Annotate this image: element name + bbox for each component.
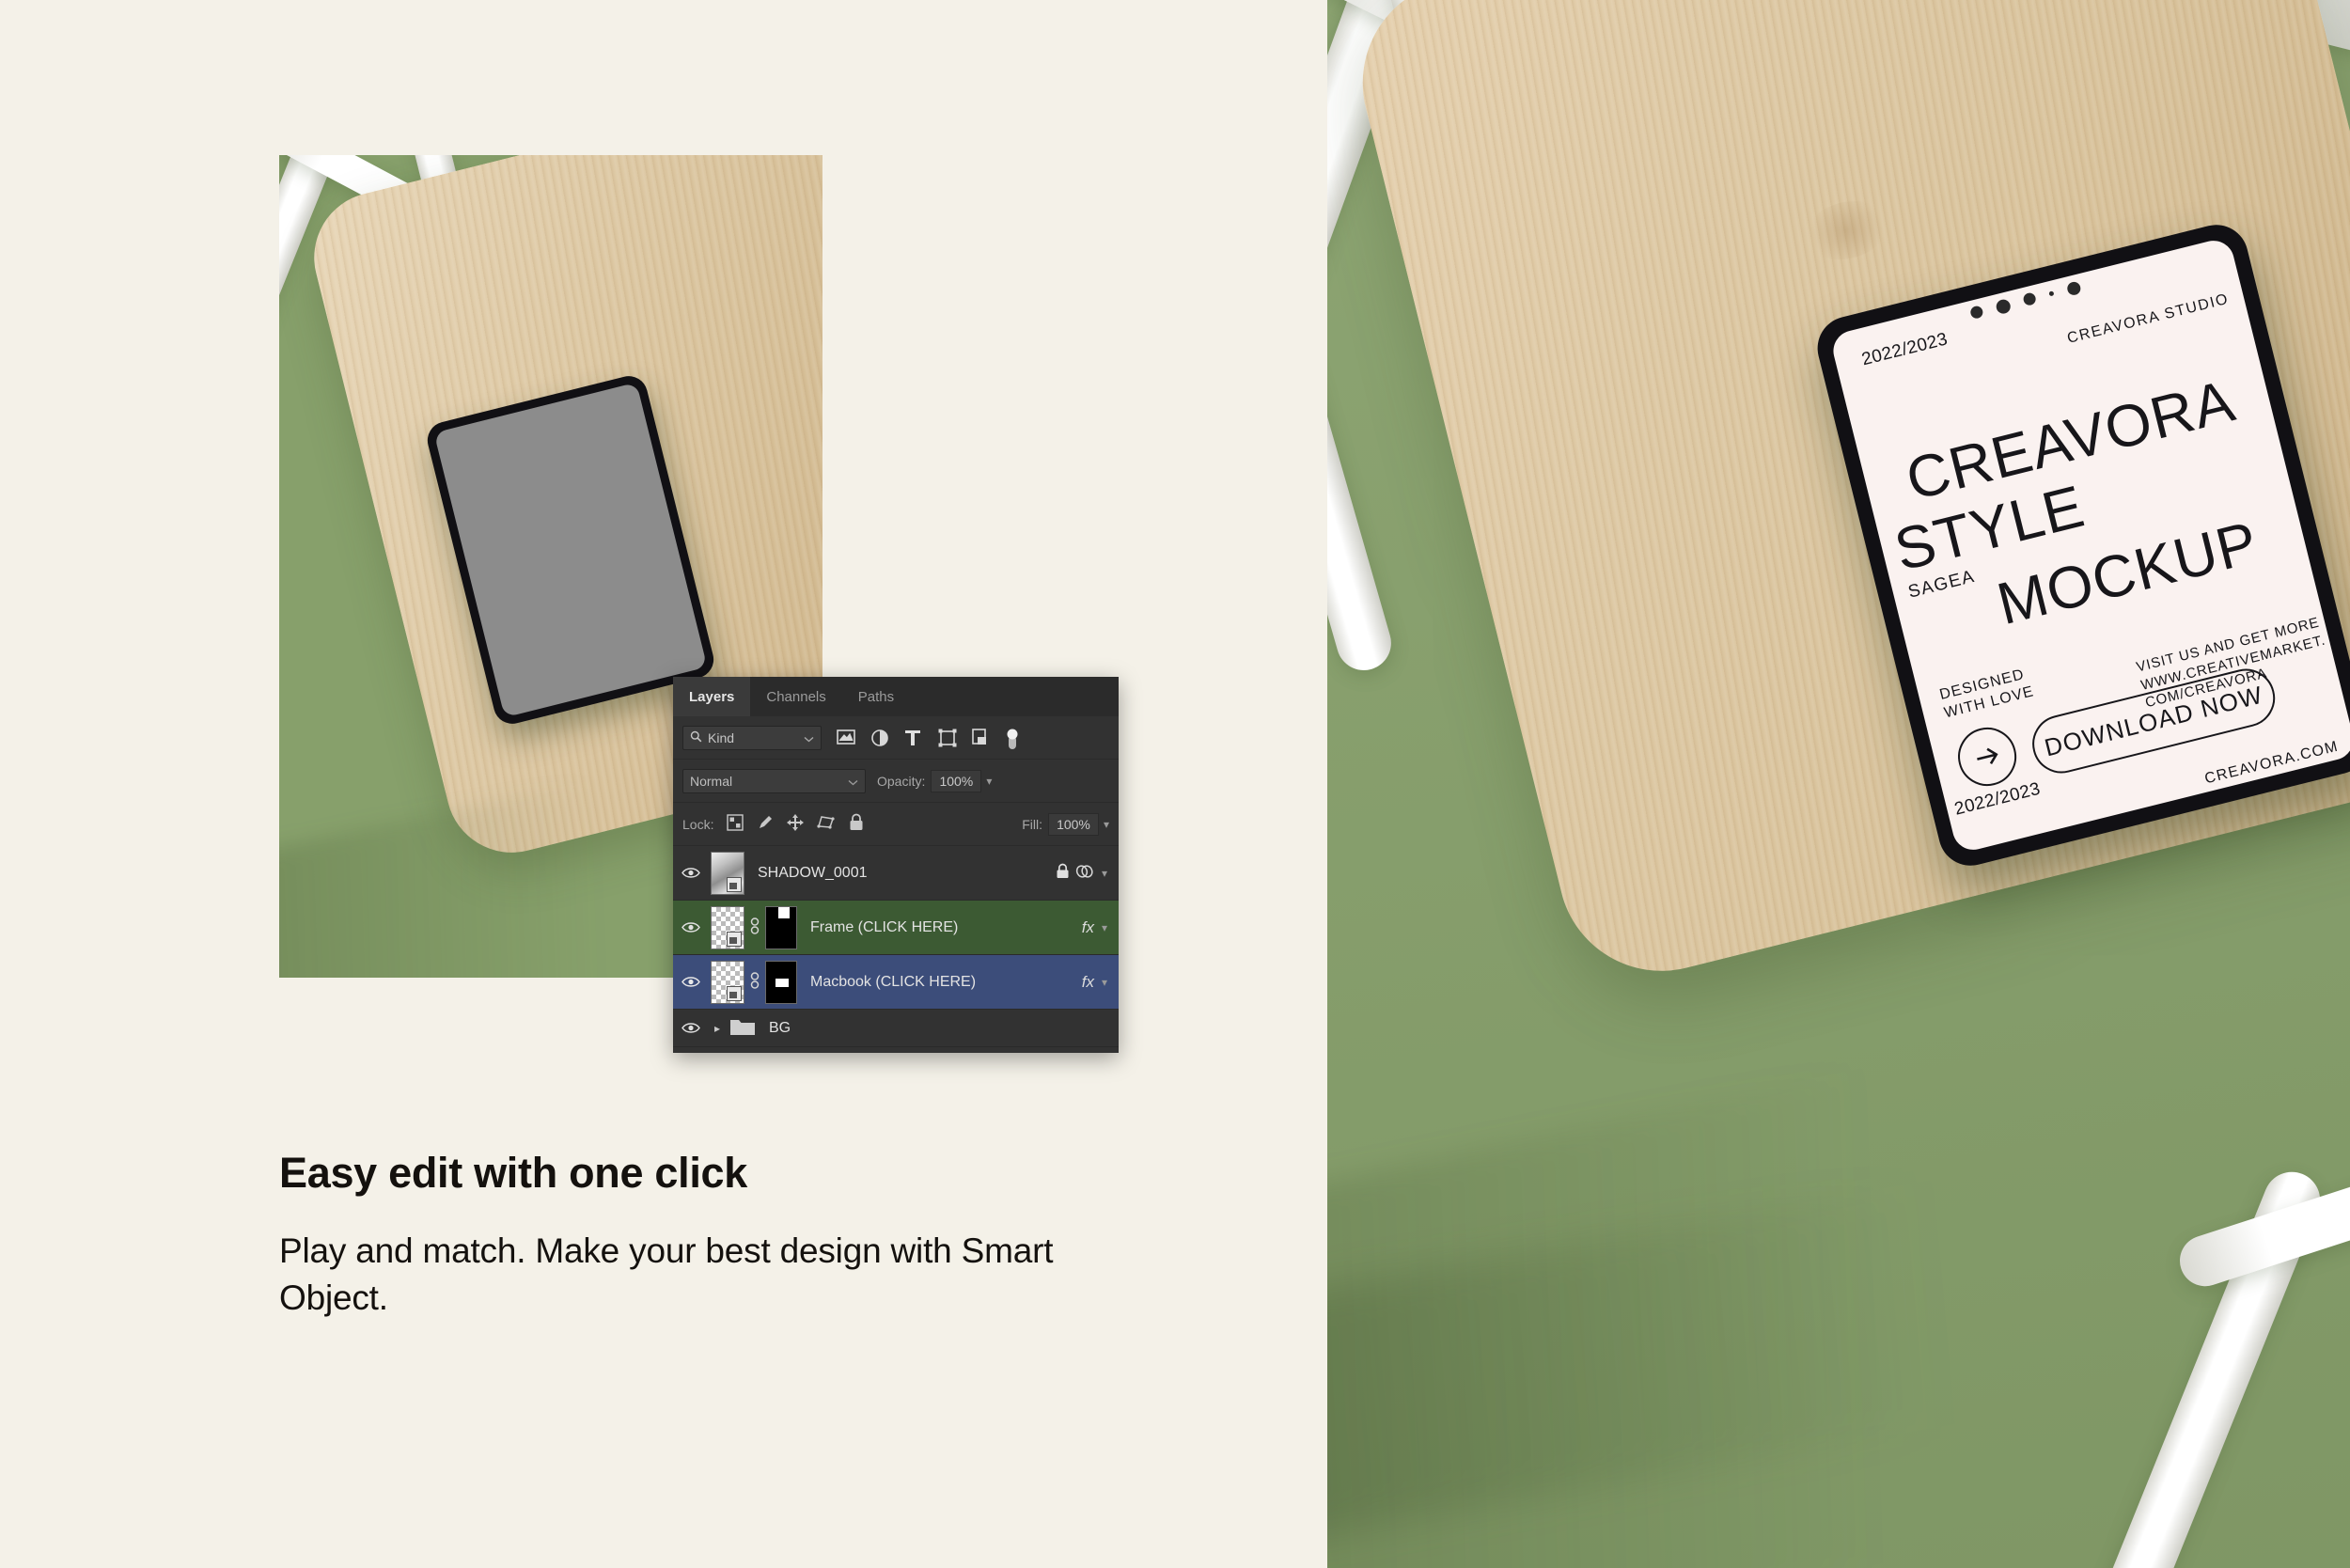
tab-channels[interactable]: Channels bbox=[750, 677, 842, 716]
layer-name[interactable]: Frame (CLICK HERE) bbox=[797, 919, 1082, 936]
page-title: Easy edit with one click bbox=[279, 1149, 747, 1197]
download-now-label: DOWNLOAD NOW bbox=[2041, 680, 2266, 761]
eye-icon[interactable] bbox=[673, 976, 709, 988]
fill-label: Fill: bbox=[1022, 816, 1042, 832]
layer-mask-thumbnail[interactable] bbox=[765, 960, 797, 1004]
lock-icon bbox=[1056, 863, 1075, 883]
kind-filter-dropdown[interactable]: Kind bbox=[682, 725, 822, 750]
list-item[interactable]: ▸ BG bbox=[673, 1010, 1119, 1047]
eye-icon[interactable] bbox=[673, 867, 709, 879]
poster-designed-with-love: DESIGNED WITH LOVE bbox=[1937, 666, 2036, 722]
search-icon bbox=[690, 730, 702, 745]
layer-name[interactable]: SHADOW_0001 bbox=[744, 865, 1056, 882]
table-row[interactable]: Frame (CLICK HERE) fx ▾ bbox=[673, 901, 1119, 955]
filter-toggle-switch[interactable] bbox=[1006, 729, 1025, 749]
caption-block: Easy edit with one click Play and match.… bbox=[279, 1149, 1125, 1322]
camera-dot bbox=[2022, 291, 2038, 307]
camera-dot bbox=[1995, 298, 2013, 316]
adjustment-filter-icon[interactable] bbox=[870, 729, 889, 747]
hero-image-panel: 2022/2023 CREAVORA STUDIO CREAVORA STYLE… bbox=[1327, 0, 2350, 1568]
lock-label: Lock: bbox=[682, 816, 714, 832]
fill-chevron-down-icon[interactable]: ▾ bbox=[1104, 818, 1109, 831]
layer-thumbnail[interactable] bbox=[711, 851, 744, 895]
layer-group-name[interactable]: BG bbox=[756, 1020, 1119, 1037]
chevron-down-icon bbox=[848, 774, 858, 789]
layer-mask-thumbnail[interactable] bbox=[765, 905, 797, 949]
layer-thumbnail[interactable] bbox=[711, 960, 744, 1004]
lock-row: Lock: Fill: 100% ▾ bbox=[673, 803, 1119, 846]
caption-body: Play and match. Make your best design wi… bbox=[279, 1231, 1054, 1317]
opacity-label: Opacity: bbox=[877, 773, 926, 789]
lock-image-pixels-icon[interactable] bbox=[757, 814, 774, 835]
shape-filter-icon[interactable] bbox=[938, 729, 957, 747]
tab-bar-filler bbox=[910, 677, 1119, 716]
blend-mode-value: Normal bbox=[690, 773, 733, 789]
chevron-right-icon[interactable]: ▸ bbox=[709, 1022, 726, 1035]
poster-year-bottom: 2022/2023 bbox=[1952, 778, 2043, 820]
image-filter-icon[interactable] bbox=[837, 729, 855, 747]
blend-mode-row: Normal Opacity: 100% ▾ bbox=[673, 760, 1119, 803]
lock-icons bbox=[727, 813, 864, 835]
layer-filter-row: Kind bbox=[673, 716, 1119, 760]
lock-position-icon[interactable] bbox=[787, 813, 805, 835]
tab-layers[interactable]: Layers bbox=[673, 677, 751, 716]
layer-name[interactable]: Macbook (CLICK HERE) bbox=[797, 974, 1082, 991]
panel-tab-bar: Layers Channels Paths bbox=[673, 677, 1119, 716]
layer-expand-chevron-down-icon[interactable]: ▾ bbox=[1098, 867, 1111, 880]
table-row[interactable]: SHADOW_0001 ▾ bbox=[673, 846, 1119, 901]
poster-studio-label: CREAVORA STUDIO bbox=[2065, 290, 2231, 347]
arrow-right-icon[interactable] bbox=[1951, 721, 2023, 792]
link-icon[interactable] bbox=[744, 917, 765, 939]
camera-dot bbox=[2048, 290, 2055, 297]
tab-paths[interactable]: Paths bbox=[841, 677, 911, 716]
camera-dot bbox=[2065, 280, 2082, 297]
folder-icon bbox=[729, 1016, 756, 1040]
eye-icon[interactable] bbox=[673, 921, 709, 933]
kind-filter-label: Kind bbox=[708, 729, 735, 745]
chevron-down-icon bbox=[804, 730, 814, 745]
opacity-input[interactable]: 100% bbox=[931, 769, 982, 792]
lock-artboard-nesting-icon[interactable] bbox=[817, 814, 836, 835]
table-row[interactable]: Macbook (CLICK HERE) fx ▾ bbox=[673, 955, 1119, 1010]
wood-knot bbox=[1798, 193, 1895, 269]
camera-dot bbox=[1968, 305, 1984, 321]
opacity-chevron-down-icon[interactable]: ▾ bbox=[986, 775, 992, 788]
filter-type-icons bbox=[837, 728, 1025, 749]
photoshop-layers-panel[interactable]: Layers Channels Paths Kind Normal Opacit… bbox=[673, 677, 1119, 1053]
layer-expand-chevron-down-icon[interactable]: ▾ bbox=[1098, 976, 1111, 989]
layer-effects-fx[interactable]: fx bbox=[1082, 973, 1098, 992]
smart-object-filter-icon[interactable] bbox=[972, 728, 991, 747]
lock-all-icon[interactable] bbox=[849, 813, 864, 835]
layer-expand-chevron-down-icon[interactable]: ▾ bbox=[1098, 921, 1111, 934]
link-icon[interactable] bbox=[744, 971, 765, 994]
layer-effects-fx[interactable]: fx bbox=[1082, 918, 1098, 937]
link-layers-icon[interactable] bbox=[1075, 864, 1098, 883]
blend-mode-dropdown[interactable]: Normal bbox=[682, 768, 866, 793]
type-filter-icon[interactable] bbox=[904, 729, 923, 747]
eye-icon[interactable] bbox=[673, 1022, 709, 1034]
lock-transparent-pixels-icon[interactable] bbox=[727, 813, 744, 835]
fill-input[interactable]: 100% bbox=[1047, 812, 1099, 836]
layer-thumbnail[interactable] bbox=[711, 905, 744, 949]
poster-year-top: 2022/2023 bbox=[1859, 329, 1950, 370]
